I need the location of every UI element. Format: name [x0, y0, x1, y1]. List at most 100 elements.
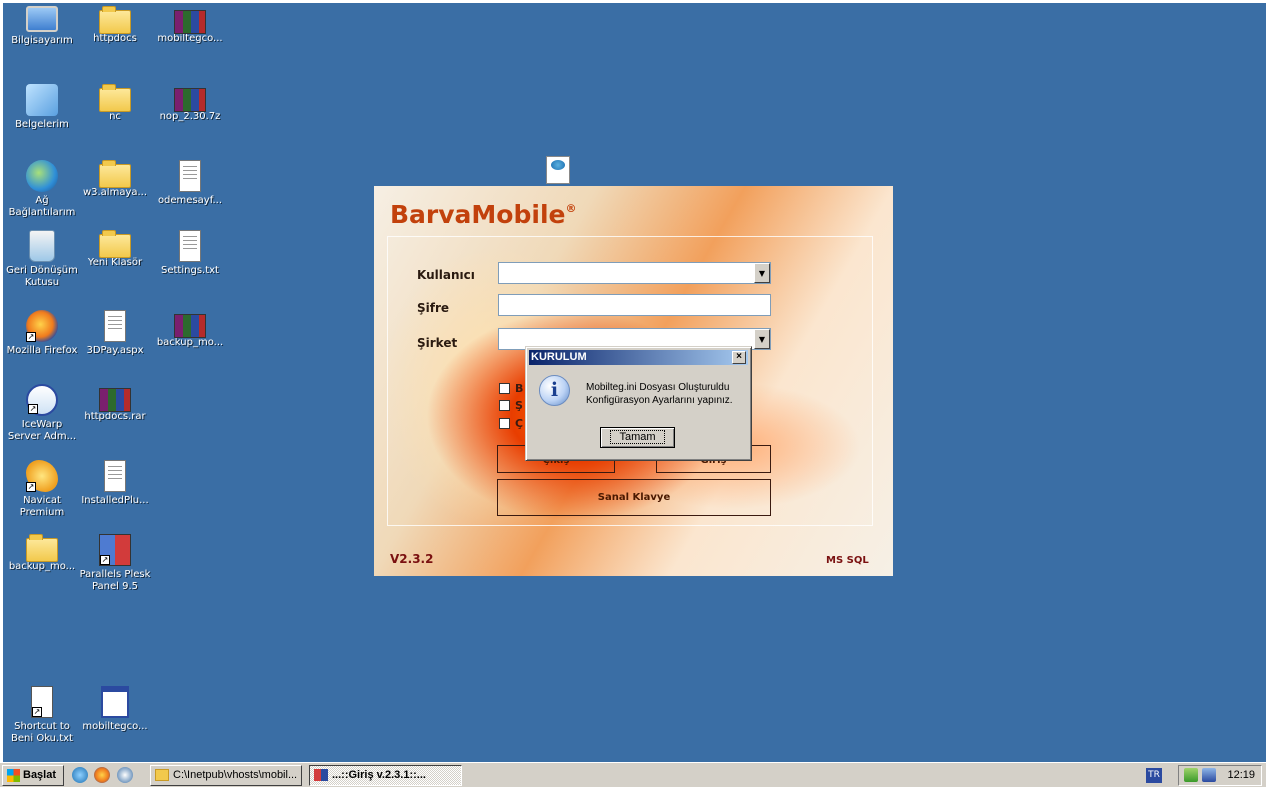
taskbar-item-explorer[interactable]: C:\Inetpub\vhosts\mobil...: [150, 765, 302, 786]
folder-icon: [99, 230, 131, 258]
recycle-bin-icon: [29, 230, 55, 262]
icon-label: odemesayf...: [157, 195, 223, 206]
password-field[interactable]: [498, 294, 771, 316]
icon-label: Parallels Plesk Panel 9.5: [79, 569, 151, 592]
desktop-icon-icewarp[interactable]: ↗ IceWarp Server Adm...: [4, 384, 80, 443]
firefox-quicklaunch-icon[interactable]: [94, 767, 110, 783]
desktop-icon-httpdocs-rar[interactable]: httpdocs.rar: [77, 384, 153, 423]
version-label: V2.3.2: [390, 552, 434, 566]
icon-label: nop_2.30.7z: [159, 111, 221, 122]
shortcut-arrow-icon: ↗: [32, 707, 42, 717]
checkbox-2[interactable]: [499, 400, 510, 411]
app-window-icon: [314, 769, 328, 781]
navicat-icon: ↗: [26, 460, 58, 492]
desktop-icon-my-computer[interactable]: Bilgisayarım: [4, 6, 80, 47]
taskbar: Başlat C:\Inetpub\vhosts\mobil... ...::G…: [0, 762, 1266, 787]
desktop-icon-yeni-klasor[interactable]: Yeni Klasör: [77, 230, 153, 269]
desktop-icon-firefox[interactable]: ↗ Mozilla Firefox: [4, 310, 80, 357]
desktop-icon-plesk[interactable]: ↗ Parallels Plesk Panel 9.5: [77, 534, 153, 593]
icon-label: Navicat Premium: [19, 495, 65, 518]
desktop-icon-navicat[interactable]: ↗ Navicat Premium: [4, 460, 80, 519]
desktop-icon-beni-oku[interactable]: ↗ Shortcut to Beni Oku.txt: [4, 686, 80, 745]
monitor-tray-icon[interactable]: [1202, 768, 1216, 782]
network-tray-icon[interactable]: [1184, 768, 1198, 782]
desktop-icon-odemesayf[interactable]: odemesayf...: [152, 160, 228, 207]
icon-label: httpdocs: [93, 33, 137, 44]
chevron-down-icon[interactable]: ▼: [754, 263, 770, 283]
screen-border-top: [0, 0, 1271, 3]
desktop-icon-my-documents[interactable]: Belgelerim: [4, 84, 80, 131]
chevron-down-icon[interactable]: ▼: [754, 329, 770, 349]
company-label: Şirket: [417, 336, 458, 350]
icon-label: Mozilla Firefox: [6, 345, 78, 356]
virtual-keyboard-button[interactable]: Sanal Klavye: [497, 479, 771, 516]
brand-name: BarvaMobile: [390, 200, 566, 229]
checkbox-1[interactable]: [499, 383, 510, 394]
desktop: Bilgisayarım Belgelerim Ağ Bağlantılarım…: [0, 0, 1271, 787]
dialog-title: KURULUM: [531, 351, 587, 363]
folder-icon: [99, 6, 131, 34]
icon-label: Settings.txt: [161, 265, 219, 276]
desktop-icon-httpdocs[interactable]: httpdocs: [77, 6, 153, 45]
desktop-icon-settings-txt[interactable]: Settings.txt: [152, 230, 228, 277]
desktop-icon-mobiltegco-exe[interactable]: mobiltegco...: [77, 686, 153, 733]
taskbar-item-login[interactable]: ...::Giriş v.2.3.1::...: [309, 765, 462, 786]
taskbar-item-label: C:\Inetpub\vhosts\mobil...: [173, 769, 298, 781]
text-file-icon: [179, 230, 201, 262]
icon-label: Belgelerim: [15, 119, 69, 130]
checkbox-2-label: Ş: [515, 399, 523, 412]
start-button[interactable]: Başlat: [2, 765, 64, 786]
checkbox-3-label: Ç: [515, 417, 524, 430]
taskbar-item-label: ...::Giriş v.2.3.1::...: [332, 769, 426, 781]
icon-label: InstalledPlu...: [81, 495, 149, 506]
rar-archive-icon: [99, 388, 131, 412]
icon-label: Shortcut to Beni Oku.txt: [11, 721, 73, 744]
desktop-icon-nc[interactable]: nc: [77, 84, 153, 123]
web-file-icon[interactable]: [546, 156, 570, 184]
ok-button[interactable]: Tamam: [600, 427, 675, 448]
icon-label: nc: [109, 111, 121, 122]
network-icon: [26, 160, 58, 192]
desktop-icon-mobiltegco-rar[interactable]: mobiltegco...: [152, 6, 228, 45]
rar-archive-icon: [174, 314, 206, 338]
ie-quicklaunch-icon[interactable]: [72, 767, 88, 783]
icon-label: httpdocs.rar: [84, 411, 146, 422]
desktop-icon-network[interactable]: Ağ Bağlantılarım: [4, 160, 80, 219]
icon-label: 3DPay.aspx: [86, 345, 144, 356]
screen-border-left: [0, 0, 3, 787]
icon-label: Ağ Bağlantılarım: [8, 195, 76, 218]
icon-label: backup_mo...: [156, 337, 224, 348]
folder-icon: [155, 769, 169, 781]
text-file-icon: [104, 460, 126, 492]
desktop-icon-3dpay[interactable]: 3DPay.aspx: [77, 310, 153, 357]
brand-logo: BarvaMobile®: [390, 200, 576, 229]
kurulum-dialog: KURULUM × i Mobilteg.ini Dosyası Oluştur…: [525, 346, 752, 461]
registered-mark: ®: [565, 202, 577, 215]
desktop-icon-w3-almaya[interactable]: w3.almaya...: [77, 160, 153, 199]
exe-icon: [101, 686, 129, 718]
desktop-icon-recycle-bin[interactable]: Geri Dönüşüm Kutusu: [4, 230, 80, 289]
screen-border-right: [1266, 0, 1271, 787]
dialog-message-line-2: Konfigürasyon Ayarlarını yapınız.: [586, 395, 733, 406]
rar-archive-icon: [174, 88, 206, 112]
desktop-icon-backup-folder[interactable]: backup_mo...: [4, 534, 80, 573]
thunderbird-quicklaunch-icon[interactable]: [117, 767, 133, 783]
text-file-icon: [104, 310, 126, 342]
text-file-icon: [179, 160, 201, 192]
desktop-icon-backup-rar[interactable]: backup_mo...: [152, 310, 228, 349]
user-combo[interactable]: ▼: [498, 262, 771, 284]
close-icon[interactable]: ×: [732, 351, 746, 364]
checkbox-1-label: B: [515, 382, 524, 395]
checkbox-3[interactable]: [499, 418, 510, 429]
icon-label: Yeni Klasör: [87, 257, 143, 268]
clock: 12:19: [1227, 769, 1255, 781]
shortcut-arrow-icon: ↗: [26, 332, 36, 342]
plesk-icon: ↗: [99, 534, 131, 566]
language-indicator[interactable]: TR: [1146, 768, 1162, 783]
my-computer-icon: [26, 6, 58, 32]
desktop-icon-installedplu[interactable]: InstalledPlu...: [77, 460, 153, 507]
icon-label: mobiltegco...: [82, 721, 148, 732]
firefox-icon: ↗: [26, 310, 58, 342]
desktop-icon-nop[interactable]: nop_2.30.7z: [152, 84, 228, 123]
shortcut-arrow-icon: ↗: [26, 482, 36, 492]
